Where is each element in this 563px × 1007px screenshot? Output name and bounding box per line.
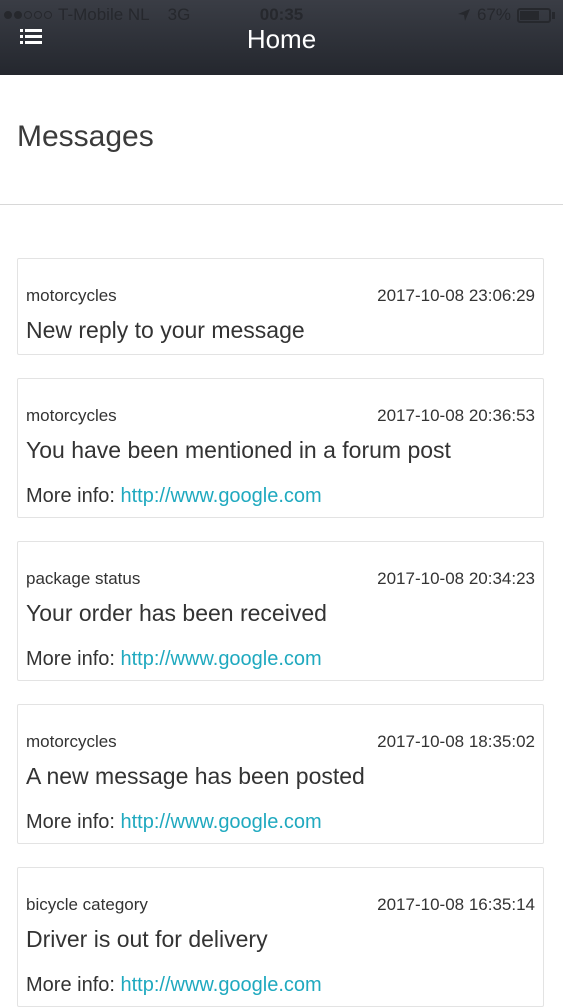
location-arrow-icon — [457, 9, 470, 21]
more-info-link[interactable]: http://www.google.com — [121, 811, 322, 833]
message-timestamp: 2017-10-08 20:36:53 — [377, 406, 535, 425]
message-category: motorcycles — [26, 406, 117, 425]
message-timestamp: 2017-10-08 16:35:14 — [377, 895, 535, 914]
more-info-label: More info: — [26, 485, 115, 507]
more-info-line: More info: http://www.google.com — [26, 974, 322, 997]
more-info-label: More info: — [26, 974, 115, 996]
divider — [0, 204, 563, 205]
battery-tip — [552, 11, 555, 19]
more-info-label: More info: — [26, 648, 115, 670]
message-timestamp: 2017-10-08 20:34:23 — [377, 569, 535, 588]
nav-header: T-Mobile NL 3G 00:35 67% Home — [0, 0, 563, 75]
more-info-line: More info: http://www.google.com — [26, 485, 322, 508]
message-category: bicycle category — [26, 895, 148, 914]
message-timestamp: 2017-10-08 23:06:29 — [377, 286, 535, 305]
message-category: motorcycles — [26, 286, 117, 305]
message-title: Driver is out for delivery — [26, 926, 268, 952]
more-info-line: More info: http://www.google.com — [26, 648, 322, 671]
message-title: Your order has been received — [26, 600, 327, 626]
message-title: You have been mentioned in a forum post — [26, 437, 451, 463]
more-info-link[interactable]: http://www.google.com — [121, 974, 322, 996]
status-right: 67% — [457, 5, 555, 25]
message-card[interactable]: motorcycles 2017-10-08 23:06:29 New reply … — [17, 258, 544, 355]
page-title: Messages — [17, 120, 154, 153]
message-timestamp: 2017-10-08 18:35:02 — [377, 732, 535, 751]
message-card[interactable]: package status 2017-10-08 20:34:23 Your or… — [17, 541, 544, 681]
more-info-label: More info: — [26, 811, 115, 833]
battery-icon — [517, 7, 551, 23]
more-info-link[interactable]: http://www.google.com — [121, 485, 322, 507]
message-title: New reply to your message — [26, 317, 305, 343]
message-card[interactable]: bicycle category 2017-10-08 16:35:14 Drive… — [17, 867, 544, 1007]
message-title: A new message has been posted — [26, 763, 365, 789]
message-category: motorcycles — [26, 732, 117, 751]
message-card[interactable]: motorcycles 2017-10-08 18:35:02 A new mess… — [17, 704, 544, 844]
more-info-line: More info: http://www.google.com — [26, 811, 322, 834]
message-card[interactable]: motorcycles 2017-10-08 20:36:53 You have b… — [17, 378, 544, 518]
message-category: package status — [26, 569, 141, 588]
nav-title: Home — [246, 24, 317, 54]
battery-percent: 67% — [476, 5, 511, 24]
more-info-link[interactable]: http://www.google.com — [121, 648, 322, 670]
